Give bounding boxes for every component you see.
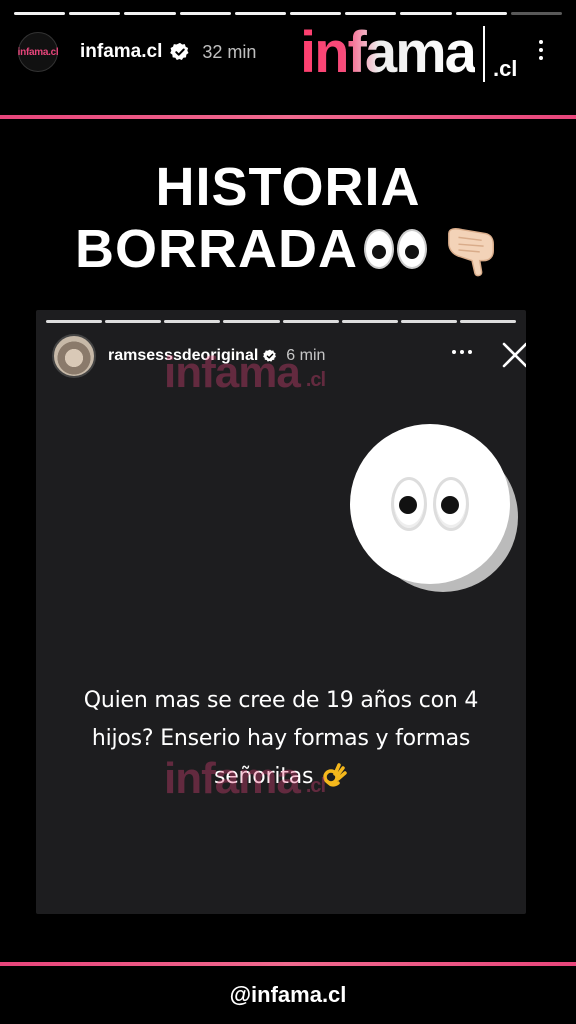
close-icon[interactable] xyxy=(500,340,526,370)
story-progress-bar xyxy=(14,12,563,15)
progress-segment xyxy=(400,12,452,15)
eyes-emoji-icon xyxy=(364,229,427,269)
headline-line2-row: BORRADA xyxy=(0,218,576,280)
more-dots-icon[interactable] xyxy=(539,40,543,60)
progress-segment xyxy=(282,320,339,323)
headline-line1: HISTORIA xyxy=(155,157,421,217)
progress-segment xyxy=(14,12,66,15)
ok-hand-icon xyxy=(323,763,347,787)
progress-segment xyxy=(46,320,103,323)
account-avatar[interactable]: infama.cl xyxy=(17,32,59,72)
story-header: infama.cl infama.cl 32 min xyxy=(18,32,256,72)
progress-segment xyxy=(179,12,231,15)
progress-segment xyxy=(105,320,162,323)
watermark-word: infama xyxy=(164,754,301,803)
headline-line2: BORRADA xyxy=(75,219,358,279)
progress-segment xyxy=(455,12,507,15)
brand-logo-separator xyxy=(482,26,485,82)
more-dots-icon[interactable] xyxy=(452,350,472,354)
watermark-word: infama xyxy=(164,348,301,397)
progress-segment xyxy=(341,320,398,323)
accent-divider-bottom xyxy=(0,962,576,966)
brand-logo: infama .cl xyxy=(300,20,543,85)
avatar-logo-text: infama.cl xyxy=(17,46,59,58)
caption-line: Quien mas se cree de 19 años con 4 xyxy=(83,688,479,713)
watermark: infama .cl xyxy=(164,348,326,398)
pointing-down-hand-icon xyxy=(448,228,494,277)
progress-segment xyxy=(400,320,457,323)
brand-logo-word: infama xyxy=(300,20,477,85)
progress-segment xyxy=(510,12,563,15)
verified-badge-icon xyxy=(170,42,189,60)
embedded-story-card: ramsesssdeoriginal 6 min infama .cl Quie… xyxy=(36,310,526,914)
eyes-emoji-icon xyxy=(350,424,518,592)
story-time: 32 min xyxy=(202,41,257,62)
embedded-progress-bar xyxy=(46,320,516,323)
brand-logo-suffix: .cl xyxy=(492,56,518,81)
progress-segment xyxy=(69,12,121,15)
watermark: infama .cl xyxy=(164,754,326,804)
caption-line: hijos? Enserio hay formas y formas xyxy=(91,726,471,751)
footer-handle[interactable]: @infama.cl xyxy=(0,982,576,1008)
accent-divider-top xyxy=(0,115,576,119)
headline: HISTORIA BORRADA xyxy=(0,156,576,280)
progress-segment xyxy=(124,12,176,15)
watermark-suffix: .cl xyxy=(305,369,326,391)
progress-segment xyxy=(459,320,516,323)
progress-segment xyxy=(345,12,397,15)
watermark-suffix: .cl xyxy=(305,775,326,797)
embedded-avatar[interactable] xyxy=(52,334,96,378)
progress-segment xyxy=(223,320,280,323)
progress-segment xyxy=(290,12,342,15)
progress-segment xyxy=(164,320,221,323)
account-username[interactable]: infama.cl xyxy=(80,41,162,63)
progress-segment xyxy=(234,12,287,15)
